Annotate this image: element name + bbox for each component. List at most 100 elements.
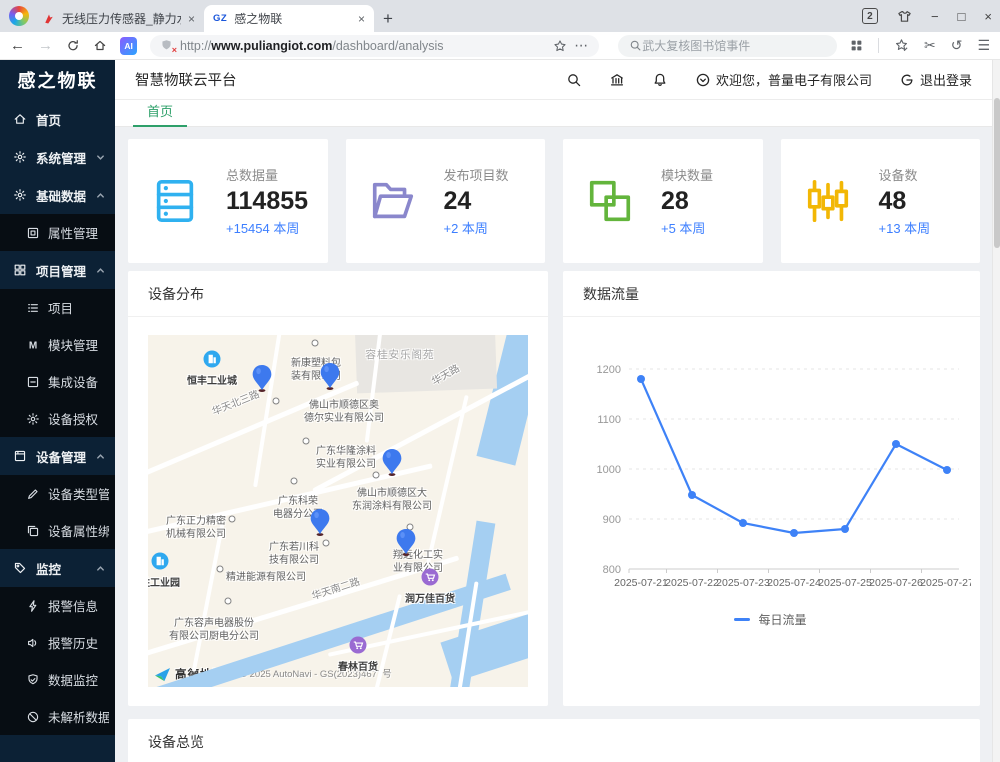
sidebar-item-unparsed-data[interactable]: 未解析数据 bbox=[0, 698, 115, 735]
tab-close-icon[interactable]: × bbox=[358, 12, 365, 26]
sidebar-item-project[interactable]: 项目 bbox=[0, 289, 115, 326]
tab-home[interactable]: 首页 bbox=[137, 97, 183, 126]
sidebar-item-integrated-device[interactable]: 集成设备 bbox=[0, 363, 115, 400]
stat-card-module-count: 模块数量28+5 本周 bbox=[563, 139, 763, 263]
ai-extension-icon[interactable]: AI bbox=[120, 37, 137, 55]
favorites-edit-icon[interactable] bbox=[894, 38, 909, 53]
tab-close-icon[interactable]: × bbox=[188, 12, 195, 26]
reload-button[interactable] bbox=[66, 38, 80, 53]
search-icon[interactable] bbox=[566, 72, 582, 88]
sidebar-item-monitor[interactable]: 监控 bbox=[0, 549, 115, 587]
red-brand-favicon-icon bbox=[43, 13, 55, 25]
map-label: 广东华隆涂料 实业有限公司 bbox=[316, 445, 376, 471]
stat-delta: +2 本周 bbox=[444, 218, 509, 237]
sidebar-item-label: 监控 bbox=[36, 559, 61, 578]
tab-title: 感之物联 bbox=[234, 10, 351, 27]
stat-label: 模块数量 bbox=[661, 165, 713, 184]
pen-icon bbox=[26, 487, 40, 501]
stat-delta: +5 本周 bbox=[661, 218, 713, 237]
site-not-secure-icon[interactable]: × bbox=[160, 39, 173, 52]
map-device-marker[interactable] bbox=[252, 364, 273, 393]
back-button[interactable]: ← bbox=[10, 37, 25, 54]
stat-value: 24 bbox=[444, 187, 509, 216]
tab-count-badge[interactable]: 2 bbox=[862, 8, 878, 24]
forward-button[interactable]: → bbox=[38, 37, 53, 54]
browser-tab-ganzhi[interactable]: GZ 感之物联 × bbox=[204, 5, 374, 32]
maximize-button[interactable]: □ bbox=[958, 10, 966, 23]
more-actions-icon[interactable]: ⋯ bbox=[574, 37, 589, 54]
map-building-icon bbox=[152, 553, 169, 570]
map-road bbox=[253, 335, 283, 487]
chevron-down-icon bbox=[96, 153, 105, 162]
sidebar-item-data-monitor[interactable]: 数据监控 bbox=[0, 661, 115, 698]
slash-icon bbox=[26, 710, 40, 724]
svg-text:1200: 1200 bbox=[596, 364, 620, 376]
sidebar-item-label: 设备管理 bbox=[36, 447, 86, 466]
quick-search-box[interactable]: 武大复核图书馆事件 bbox=[618, 35, 837, 57]
page-scrollbar[interactable] bbox=[992, 60, 1000, 762]
device-icon bbox=[13, 449, 27, 463]
map-device-marker[interactable] bbox=[382, 448, 403, 477]
device-map[interactable]: 高德地图 © 2025 AutoNavi - GS(2023)4677号 新康塑… bbox=[148, 335, 528, 687]
sidebar-item-project-management[interactable]: 项目管理 bbox=[0, 251, 115, 289]
browser-window: 无线压力传感器_静力水准仪_ × GZ 感之物联 × + 2 − □ × ← →… bbox=[0, 0, 1000, 762]
map-poi-dot bbox=[312, 340, 319, 347]
browser-tab-sensor[interactable]: 无线压力传感器_静力水准仪_ × bbox=[34, 5, 204, 32]
sidebar-item-label: 报警信息 bbox=[48, 596, 98, 615]
m-icon: M bbox=[26, 338, 40, 352]
close-button[interactable]: × bbox=[984, 10, 992, 23]
map-poi-dot bbox=[373, 472, 380, 479]
screenshot-scissors-icon[interactable]: ✂ bbox=[924, 37, 936, 54]
map-device-marker[interactable] bbox=[310, 508, 331, 537]
stat-card-published-projects: 发布项目数24+2 本周 bbox=[346, 139, 546, 263]
bookmark-star-icon[interactable] bbox=[553, 39, 567, 53]
sidebar-item-home[interactable]: 首页 bbox=[0, 100, 115, 138]
svg-text:2025-07-24: 2025-07-24 bbox=[767, 577, 821, 589]
gear-icon bbox=[13, 150, 27, 164]
scrollbar-thumb[interactable] bbox=[994, 98, 1000, 248]
map-device-marker[interactable] bbox=[320, 362, 341, 391]
logout-icon bbox=[899, 72, 915, 88]
logout-button[interactable]: 退出登录 bbox=[899, 70, 972, 89]
welcome-user[interactable]: 欢迎您，普量电子有限公司 bbox=[695, 70, 872, 89]
chevron-up-icon bbox=[96, 266, 105, 275]
stat-value: 48 bbox=[879, 187, 931, 216]
card-title: 数据流量 bbox=[563, 271, 980, 317]
app-logo: 感之物联 bbox=[0, 60, 115, 100]
browser-logo-icon[interactable] bbox=[9, 6, 29, 26]
sidebar-item-base-data[interactable]: 基础数据 bbox=[0, 176, 115, 214]
svg-text:1000: 1000 bbox=[596, 464, 620, 476]
history-undo-icon[interactable]: ↺ bbox=[951, 37, 963, 54]
lightning-icon bbox=[26, 599, 40, 613]
new-tab-button[interactable]: + bbox=[374, 5, 402, 32]
sidebar-item-label: 模块管理 bbox=[48, 335, 98, 354]
home-button[interactable] bbox=[93, 38, 107, 53]
address-bar[interactable]: × http://www.puliangiot.com/dashboard/an… bbox=[150, 35, 599, 57]
menu-icon[interactable]: ☰ bbox=[977, 37, 990, 54]
minimize-button[interactable]: − bbox=[931, 10, 939, 23]
svg-text:2025-07-21: 2025-07-21 bbox=[614, 577, 668, 589]
sidebar-item-alarm-history[interactable]: 报警历史 bbox=[0, 624, 115, 661]
sidebar-item-alarm-info[interactable]: 报警信息 bbox=[0, 587, 115, 624]
sidebar-item-attribute-management[interactable]: 属性管理 bbox=[0, 214, 115, 251]
sidebar-item-system-management[interactable]: 系统管理 bbox=[0, 138, 115, 176]
map-poi-dot bbox=[217, 566, 224, 573]
page-title: 智慧物联云平台 bbox=[135, 69, 237, 90]
bell-icon[interactable] bbox=[652, 72, 668, 88]
map-store-icon bbox=[350, 637, 367, 654]
sidebar-item-device-management[interactable]: 设备管理 bbox=[0, 437, 115, 475]
bank-icon[interactable] bbox=[609, 72, 625, 88]
map-label: 润万佳百货 bbox=[405, 593, 455, 606]
map-store-icon bbox=[422, 569, 439, 586]
sidebar-item-device-authorization[interactable]: 设备授权 bbox=[0, 400, 115, 437]
map-poi-dot bbox=[303, 438, 310, 445]
theme-shirt-icon[interactable] bbox=[897, 9, 912, 24]
map-device-marker[interactable] bbox=[396, 528, 417, 557]
chart-legend[interactable]: 每日流量 bbox=[567, 611, 974, 628]
sidebar-item-device-attr-binding[interactable]: 设备属性绑定 bbox=[0, 512, 115, 549]
apps-grid-icon[interactable] bbox=[850, 39, 863, 52]
search-placeholder: 武大复核图书馆事件 bbox=[642, 37, 750, 54]
sidebar-item-module-management[interactable]: M 模块管理 bbox=[0, 326, 115, 363]
card-title: 设备总览 bbox=[128, 719, 980, 762]
sidebar-item-device-type-management[interactable]: 设备类型管理 bbox=[0, 475, 115, 512]
